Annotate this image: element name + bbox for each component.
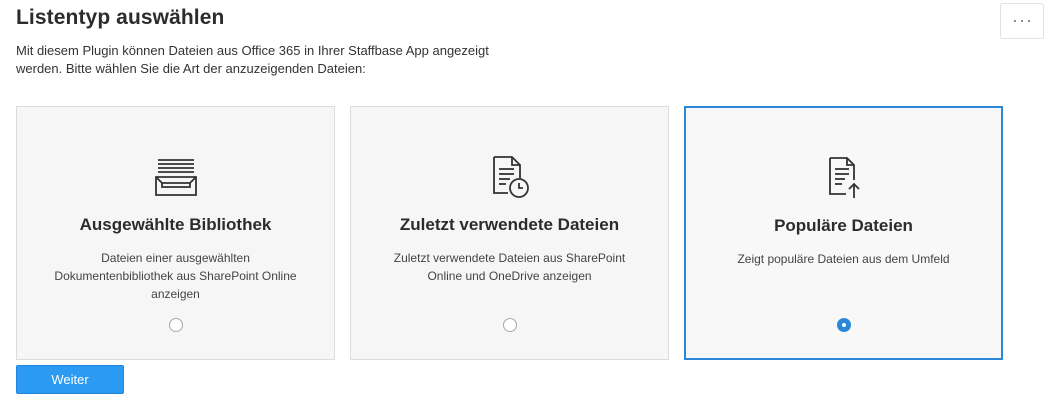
library-tray-icon <box>154 159 197 196</box>
popular-document-arrow-icon <box>828 157 860 198</box>
page-description: Mit diesem Plugin können Dateien aus Off… <box>16 43 489 76</box>
page-title: Listentyp auswählen <box>16 6 225 29</box>
option-title: Populäre Dateien <box>774 216 913 235</box>
more-options-button[interactable] <box>1000 3 1044 39</box>
option-description: Dateien einer ausgewählten Dokumentenbib… <box>54 251 297 301</box>
option-description: Zeigt populäre Dateien aus dem Umfeld <box>737 252 950 266</box>
option-card-recent-files[interactable]: Zuletzt verwendete Dateien Zuletzt verwe… <box>350 106 669 360</box>
option-title: Ausgewählte Bibliothek <box>79 215 272 234</box>
option-title: Zuletzt verwendete Dateien <box>399 215 620 234</box>
option-radio-selected[interactable] <box>836 318 851 332</box>
option-description: Zuletzt verwendete Dateien aus SharePoin… <box>393 251 626 283</box>
recent-document-clock-icon <box>492 156 529 198</box>
list-type-page: Listentyp auswählen Mit diesem Plugin kö… <box>0 0 1056 407</box>
option-card-selected-library[interactable]: Ausgewählte Bibliothek Dateien einer aus… <box>16 106 335 360</box>
option-card-popular-files[interactable]: Populäre Dateien Zeigt populäre Dateien … <box>684 106 1003 360</box>
ellipsis-icon <box>1014 20 1030 22</box>
next-button[interactable]: Weiter <box>16 365 124 394</box>
option-radio[interactable] <box>502 318 517 332</box>
option-radio[interactable] <box>168 318 183 332</box>
